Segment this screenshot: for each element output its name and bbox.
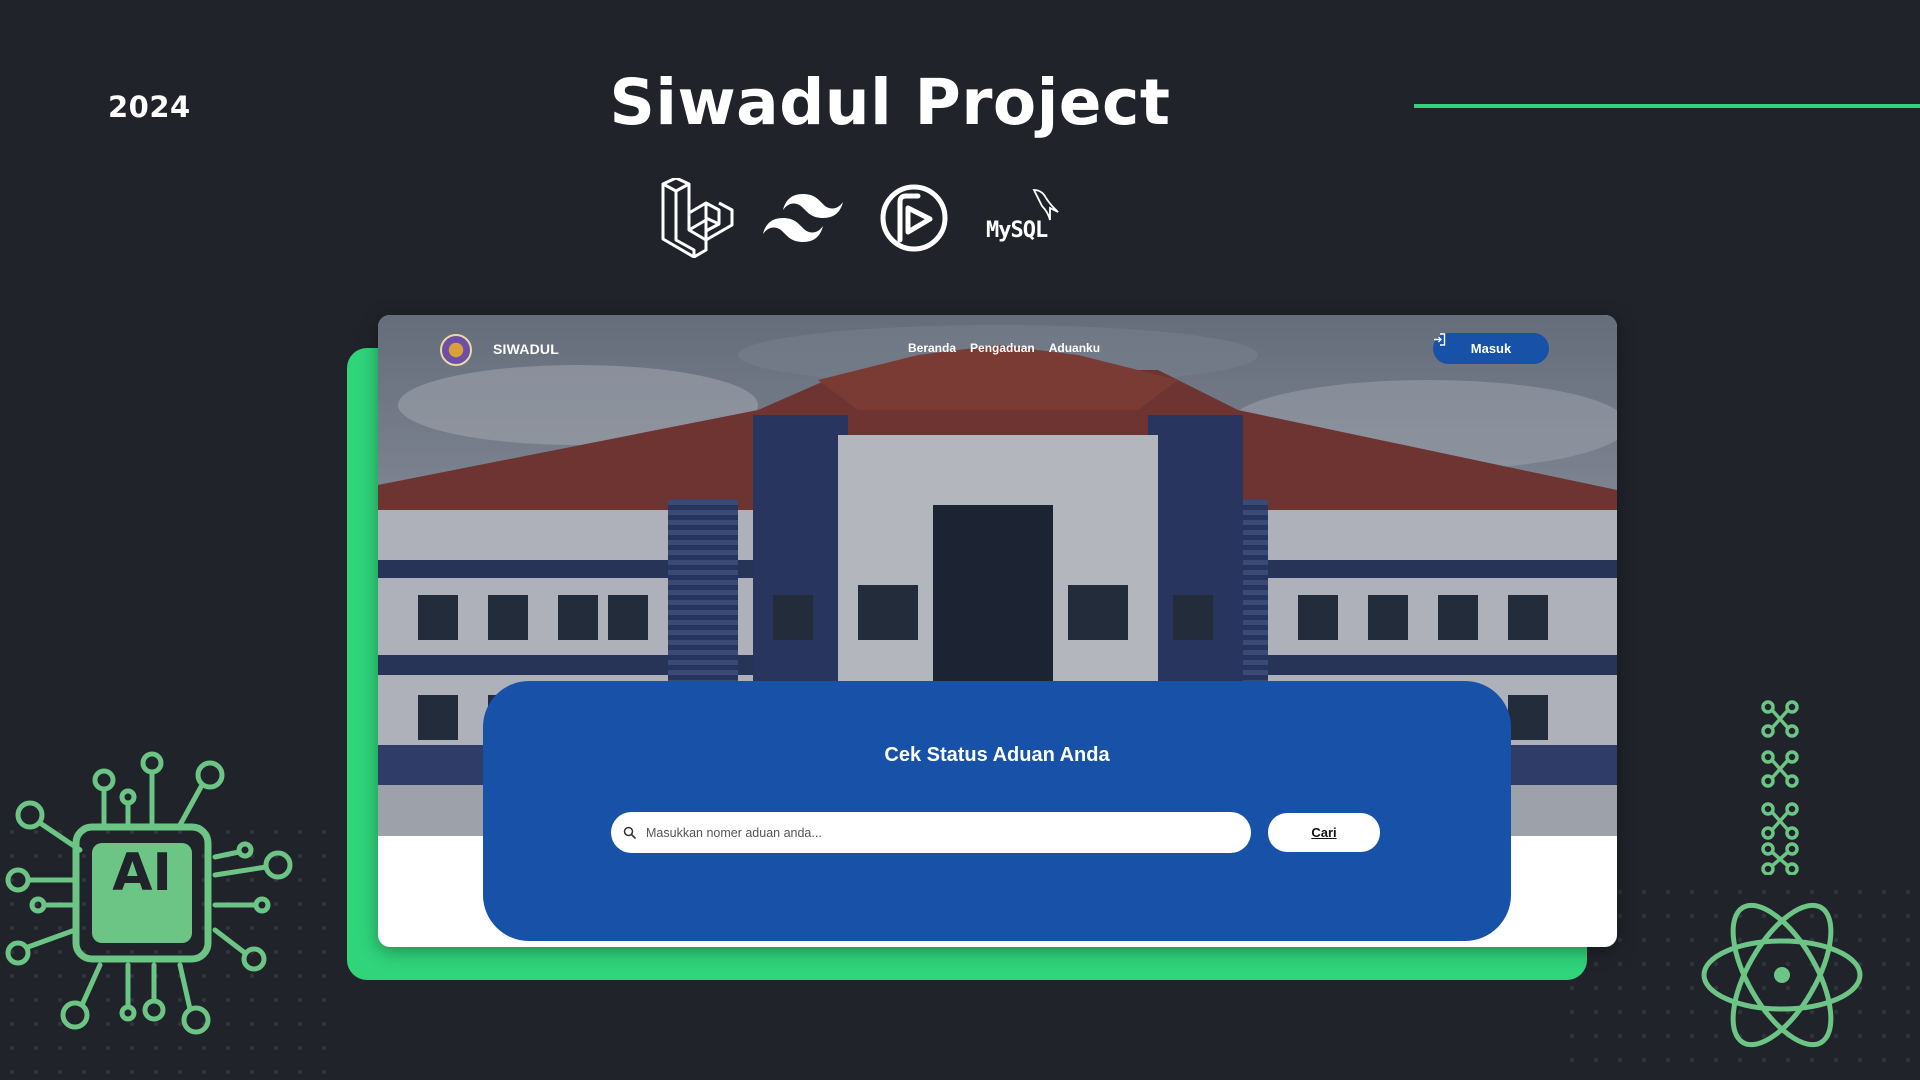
search-icon bbox=[623, 826, 636, 839]
complaint-search-field[interactable] bbox=[611, 812, 1251, 853]
status-check-title: Cek Status Aduan Anda bbox=[884, 744, 1110, 766]
laravel-icon bbox=[661, 178, 734, 258]
mysql-icon: MySQL bbox=[984, 186, 1074, 256]
complaint-number-input[interactable] bbox=[644, 824, 1208, 841]
nav-link-beranda[interactable]: Beranda bbox=[908, 341, 956, 355]
year-label: 2024 bbox=[108, 90, 191, 124]
site-navbar: SIWADUL Beranda Pengaduan Aduanku Masuk bbox=[378, 315, 1617, 383]
mysql-label: MySQL bbox=[986, 218, 1048, 243]
login-button[interactable]: Masuk bbox=[1433, 333, 1549, 364]
ai-chip-label: AI bbox=[112, 843, 172, 903]
page-title: Siwadul Project bbox=[609, 66, 1171, 139]
site-brand[interactable]: SIWADUL bbox=[493, 341, 559, 357]
nav-link-pengaduan[interactable]: Pengaduan bbox=[970, 341, 1035, 355]
login-label: Masuk bbox=[1470, 341, 1512, 356]
search-button[interactable]: Cari bbox=[1268, 813, 1380, 852]
knot-icon-column bbox=[1761, 700, 1799, 875]
login-icon bbox=[1434, 333, 1446, 346]
tailwind-icon bbox=[763, 194, 843, 242]
nav-link-aduanku[interactable]: Aduanku bbox=[1049, 341, 1100, 355]
filament-icon bbox=[880, 184, 948, 252]
status-check-card: Cek Status Aduan Anda Cari bbox=[483, 681, 1511, 941]
atom-icon bbox=[1701, 902, 1863, 1048]
site-logo[interactable] bbox=[440, 334, 472, 366]
website-mockup: SIWADUL Beranda Pengaduan Aduanku Masuk … bbox=[378, 315, 1617, 947]
nav-links: Beranda Pengaduan Aduanku bbox=[908, 341, 1100, 355]
accent-line bbox=[1414, 104, 1920, 108]
